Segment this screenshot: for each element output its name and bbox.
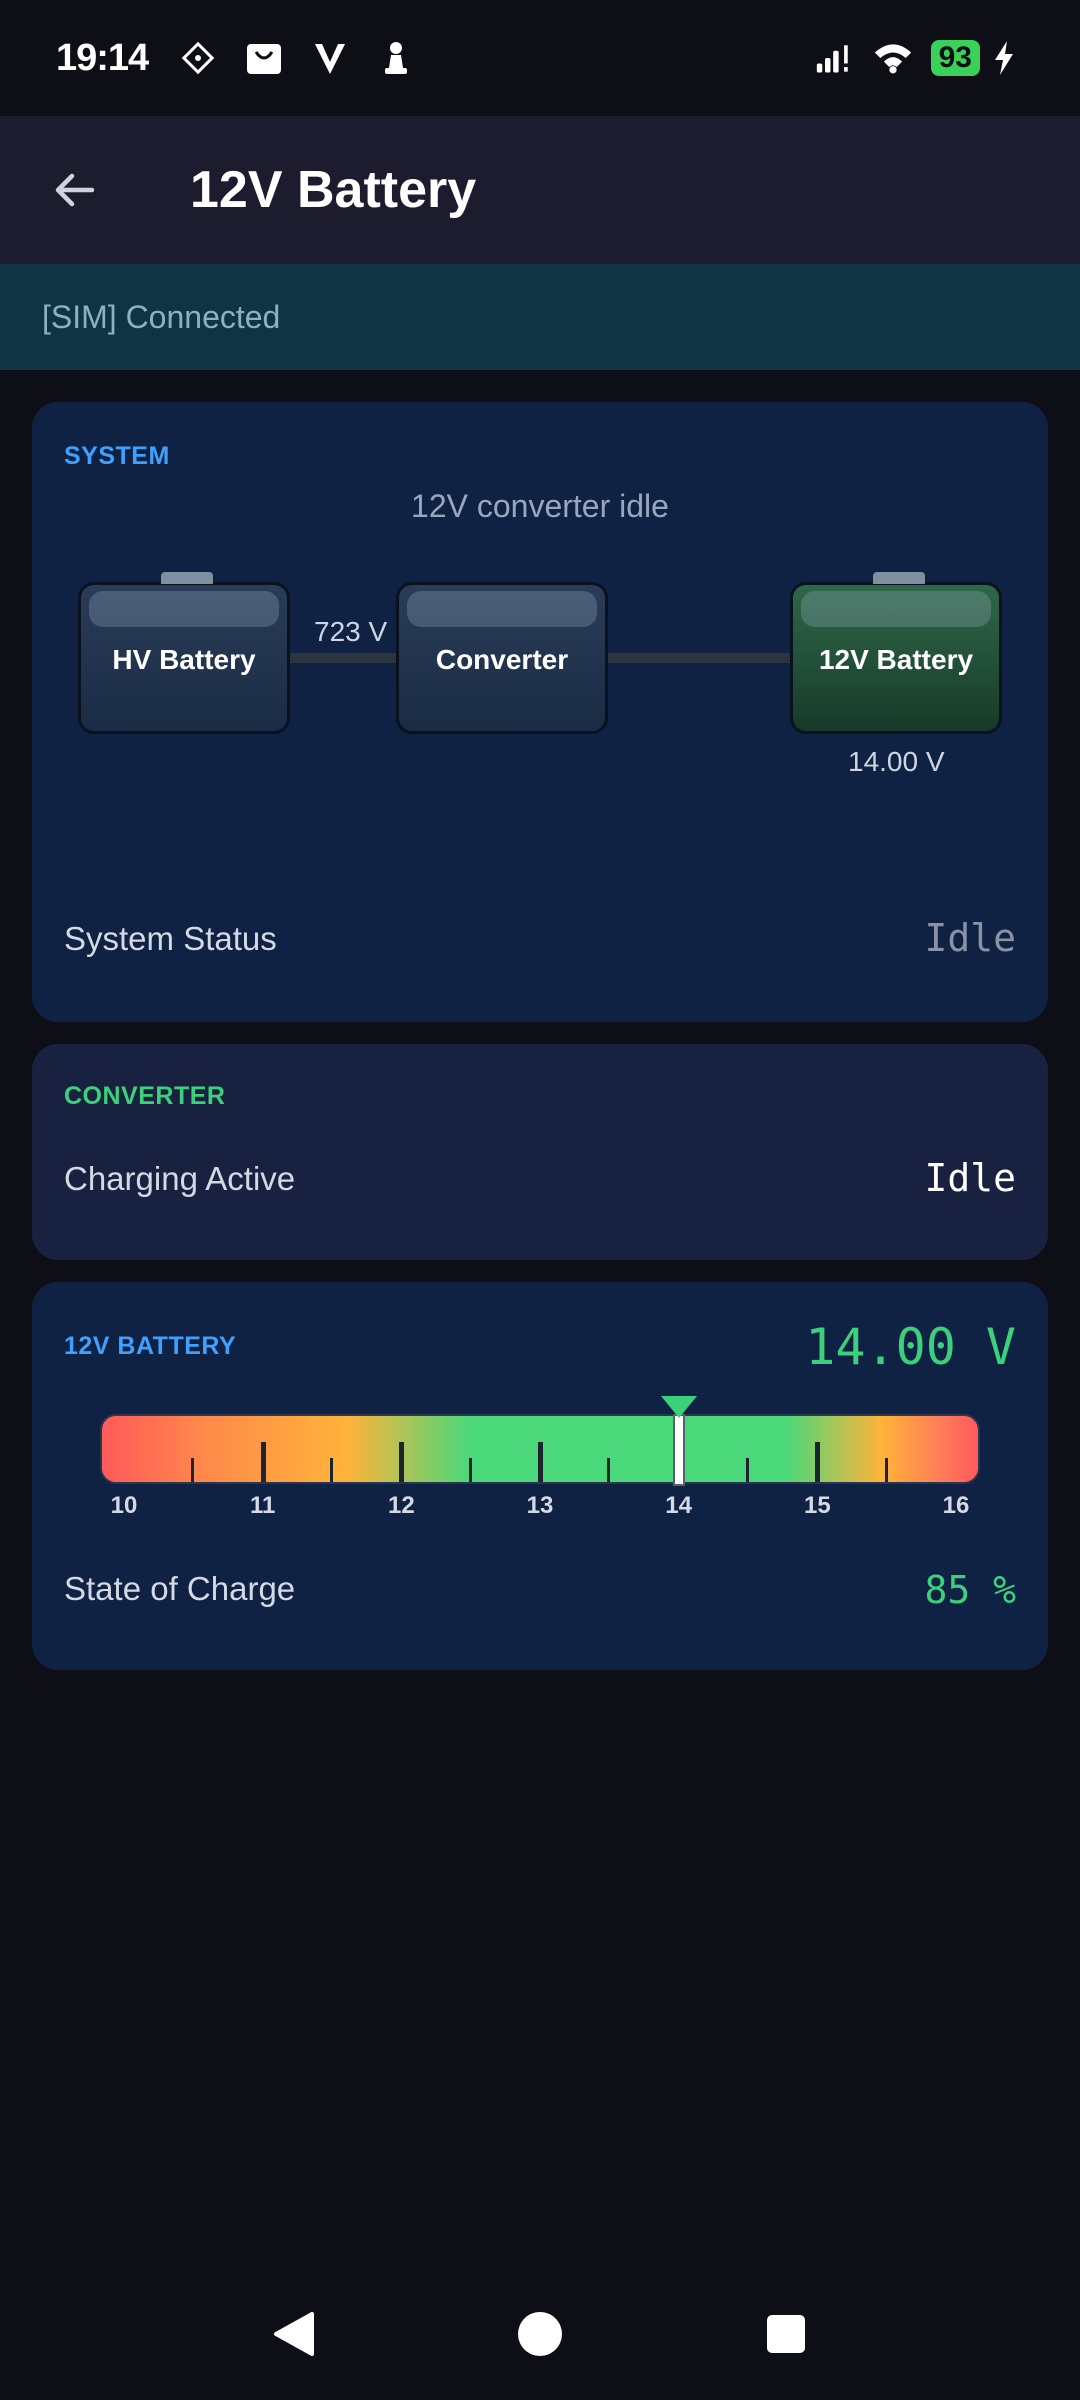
wifi-icon	[873, 38, 913, 78]
gauge-tick-label: 15	[803, 1492, 831, 1519]
terminal-cap	[873, 572, 925, 584]
lv-battery-label: 12V Battery	[818, 644, 974, 675]
v-logo-icon	[310, 38, 350, 78]
battery-voltage-readout: 14.00 V	[805, 1318, 1016, 1376]
shopping-bag-icon	[244, 38, 284, 78]
battery-level: 93	[930, 40, 980, 76]
lv-voltage: 14.00 V	[848, 746, 945, 777]
gauge-tick-label: 16	[942, 1492, 970, 1519]
state-of-charge-label: State of Charge	[64, 1570, 296, 1607]
status-time: 19:14	[56, 36, 149, 79]
back-triangle-icon	[274, 2312, 314, 2356]
signal-icon	[815, 38, 855, 78]
converter-section-label: CONVERTER	[64, 1082, 226, 1110]
converter-card: CONVERTER Charging Active Idle	[32, 1044, 1048, 1260]
charging-active-label: Charging Active	[64, 1160, 296, 1197]
gauge-minor-tick	[746, 1458, 749, 1482]
page-title: 12V Battery	[190, 161, 477, 219]
hv-battery-label: HV Battery	[112, 644, 256, 675]
nav-recents-button[interactable]	[756, 2304, 816, 2364]
terminal-cap	[161, 572, 213, 584]
gauge-tick-label: 10	[110, 1492, 138, 1519]
gauge-major-tick	[399, 1442, 405, 1482]
system-status-icons: 93	[815, 38, 1024, 78]
hv-battery-node: HV Battery	[78, 572, 290, 734]
gauge-major-tick	[815, 1442, 821, 1482]
gauge-tick-label: 11	[249, 1492, 276, 1519]
gauge-minor-tick	[884, 1458, 888, 1482]
gauge-minor-tick	[191, 1458, 195, 1482]
battery-card: 12V BATTERY 14.00 V 10 11 12 13 14 15 16 State…	[32, 1282, 1048, 1670]
app-bar: 12V Battery	[0, 116, 1080, 264]
wire-hv-converter	[288, 653, 398, 663]
recents-square-icon	[767, 2315, 805, 2353]
gauge-major-tick	[538, 1442, 543, 1482]
notification-icons	[178, 38, 416, 78]
connection-status-text: [SIM] Connected	[42, 298, 281, 335]
node-highlight	[801, 591, 991, 627]
charging-active-value: Idle	[924, 1156, 1016, 1200]
connection-banner: [SIM] Connected	[0, 264, 1080, 370]
state-of-charge-value: 85 %	[924, 1568, 1016, 1612]
converter-node: Converter	[396, 582, 608, 734]
gauge-major-tick	[260, 1442, 266, 1482]
status-bar: 19:14 93	[0, 0, 1080, 116]
gauge-tick-label: 13	[526, 1492, 554, 1519]
nav-back-button[interactable]	[264, 2304, 324, 2364]
system-status-value: Idle	[924, 916, 1016, 960]
diagram-caption: 12V converter idle	[411, 488, 669, 524]
system-status-label: System Status	[64, 920, 277, 957]
lv-battery-node: 12V Battery	[790, 572, 1002, 734]
back-button[interactable]	[0, 116, 148, 264]
gauge-tick-label: 12	[387, 1492, 415, 1519]
gauge-minor-tick	[330, 1458, 333, 1482]
gauge-tick-label: 14	[665, 1492, 693, 1519]
arrow-left-icon	[55, 173, 95, 207]
node-highlight	[407, 591, 597, 627]
converter-label: Converter	[435, 644, 569, 675]
nav-home-button[interactable]	[510, 2304, 570, 2364]
system-section-label: SYSTEM	[64, 442, 170, 470]
chess-pawn-icon	[376, 38, 416, 78]
gauge-minor-tick	[468, 1458, 472, 1482]
hv-voltage: 723 V	[314, 616, 388, 647]
gauge-pointer-icon	[660, 1396, 697, 1418]
navigation-bar	[0, 2268, 1080, 2400]
diamond-grid-icon	[178, 38, 218, 78]
battery-section-label: 12V BATTERY	[64, 1332, 237, 1360]
home-circle-icon	[518, 2312, 562, 2356]
node-highlight	[89, 591, 279, 627]
gauge-minor-tick	[607, 1458, 611, 1482]
system-card: SYSTEM 12V converter idle HV Battery 723…	[32, 402, 1048, 1022]
gauge-needle	[672, 1414, 685, 1486]
charging-bolt-icon	[984, 38, 1024, 78]
